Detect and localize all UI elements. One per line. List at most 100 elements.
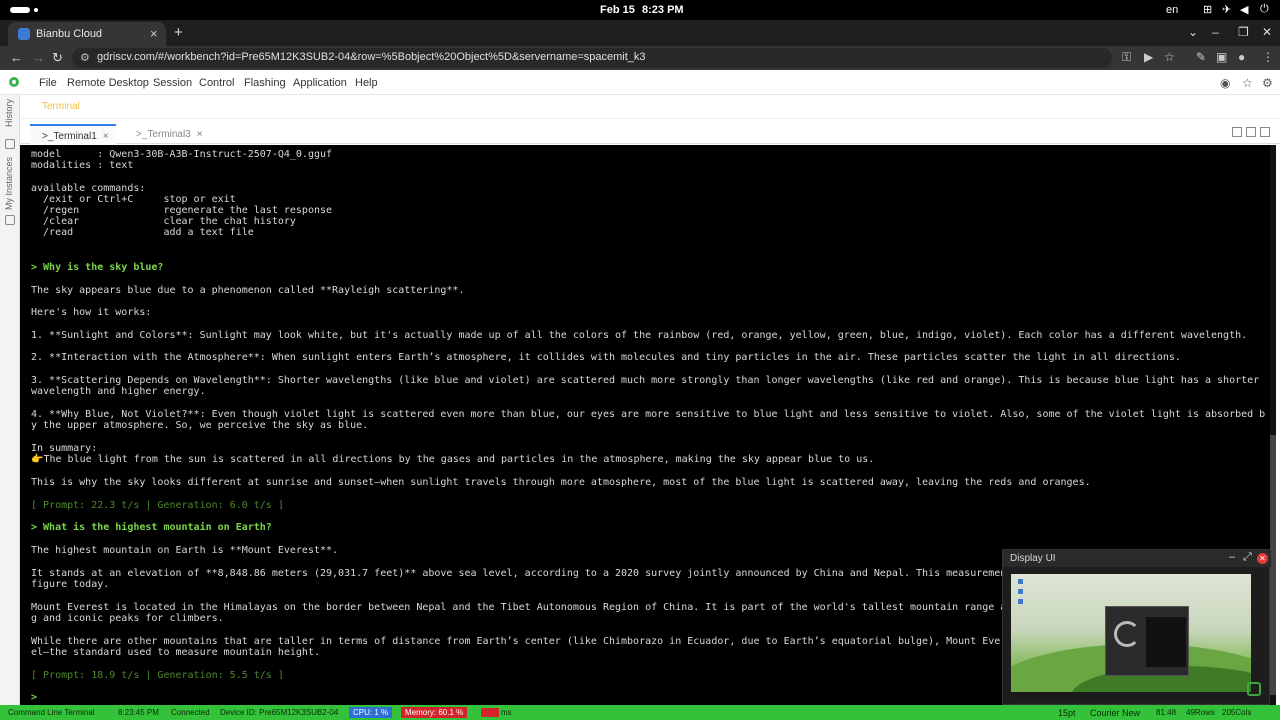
terminal-line: el—the standard used to measure mountain… bbox=[31, 647, 320, 658]
url-field[interactable]: ⚙ gdriscv.com/#/workbench?id=Pre65M12K3S… bbox=[72, 48, 1112, 68]
tab-terminal1[interactable]: >_Terminal1 × bbox=[30, 124, 116, 144]
terminal-line: available commands: bbox=[31, 183, 146, 194]
menu-file[interactable]: File bbox=[39, 77, 57, 89]
terminal-line: The sky appears blue due to a phenomenon… bbox=[31, 285, 465, 296]
airplane-icon[interactable]: ✈ bbox=[1222, 3, 1231, 16]
sidebar-icon[interactable]: ▣ bbox=[1216, 50, 1227, 64]
os-time[interactable]: 8:23 PM bbox=[642, 4, 684, 16]
input-prompt[interactable]: > bbox=[31, 692, 43, 703]
bookmark-star-icon[interactable]: ☆ bbox=[1164, 50, 1175, 64]
site-info-icon[interactable]: ⚙ bbox=[80, 51, 90, 64]
close-window-icon[interactable]: ✕ bbox=[1262, 25, 1272, 39]
terminal-header-title[interactable]: Terminal bbox=[42, 101, 80, 112]
browser-menu-icon[interactable]: ⋮ bbox=[1262, 50, 1274, 64]
profile-icon[interactable]: ● bbox=[1238, 50, 1245, 64]
menu-control[interactable]: Control bbox=[199, 77, 234, 89]
close-tab-icon[interactable]: × bbox=[150, 26, 158, 41]
remote-desktop-preview[interactable] bbox=[1011, 574, 1251, 698]
extension-icon[interactable]: ✎ bbox=[1196, 50, 1206, 64]
desktop-taskbar bbox=[1011, 692, 1251, 698]
my-instances-tab[interactable]: My Instances bbox=[4, 157, 14, 210]
os-top-bar: Feb 15 8:23 PM en ⊞ ✈ ◀ ⏻ bbox=[0, 0, 1280, 20]
generation-stats: [ Prompt: 22.3 t/s | Generation: 6.0 t/s… bbox=[31, 500, 284, 511]
device-id: Device ID: Pre65M12K3SUB2-04 bbox=[220, 708, 339, 717]
minimize-panel-icon[interactable]: – bbox=[1229, 551, 1235, 563]
column-count: 205Cols bbox=[1222, 708, 1252, 717]
menu-help[interactable]: Help bbox=[355, 77, 378, 89]
os-date[interactable]: Feb 15 bbox=[600, 4, 635, 16]
latency-indicator bbox=[481, 708, 499, 717]
terminal-line: 3. **Scattering Depends on Wavelength**:… bbox=[31, 375, 1260, 386]
minimize-icon[interactable]: – bbox=[1212, 25, 1219, 39]
close-terminal1-icon[interactable]: × bbox=[103, 131, 109, 142]
volume-icon[interactable]: ◀ bbox=[1240, 3, 1248, 16]
instances-icon[interactable] bbox=[5, 215, 15, 225]
terminal-line: 2. **Interaction with the Atmosphere**: … bbox=[31, 352, 1181, 363]
connection-status: Connected bbox=[171, 708, 210, 717]
terminal-line: /clear clear the chat history bbox=[31, 216, 296, 227]
terminal-tab-strip: >_Terminal1 × >_Terminal3 × bbox=[20, 124, 1280, 144]
password-key-icon[interactable]: ⚿ bbox=[1122, 50, 1131, 65]
workspace-dot[interactable] bbox=[34, 8, 38, 12]
recycle-icon[interactable] bbox=[1247, 682, 1261, 696]
close-panel-icon[interactable]: ✕ bbox=[1257, 553, 1268, 564]
network-icon[interactable]: ⊞ bbox=[1203, 3, 1212, 16]
terminal-line: This is why the sky looks different at s… bbox=[31, 477, 1091, 488]
history-icon[interactable] bbox=[5, 139, 15, 149]
display-ui-header[interactable]: Display UI – ⤢ ✕ bbox=[1003, 550, 1271, 567]
tab-terminal1-label: >_Terminal1 bbox=[42, 131, 97, 142]
app-menu-bar: File Remote Desktop Session Control Flas… bbox=[0, 70, 1280, 95]
power-icon[interactable]: ⏻ bbox=[1260, 3, 1269, 16]
user-prompt: > Why is the sky blue? bbox=[31, 262, 164, 273]
menu-remote-desktop[interactable]: Remote Desktop bbox=[67, 77, 149, 89]
latency-unit: ms bbox=[501, 708, 512, 717]
maximize-icon[interactable]: ❐ bbox=[1238, 25, 1249, 39]
user-prompt: > What is the highest mountain on Earth? bbox=[31, 522, 272, 533]
tab-search-icon[interactable]: ⌄ bbox=[1188, 25, 1198, 39]
menu-flashing[interactable]: Flashing bbox=[244, 77, 286, 89]
browser-tab-title: Bianbu Cloud bbox=[36, 28, 103, 40]
site-favicon-icon bbox=[18, 28, 30, 40]
back-icon[interactable]: ← bbox=[10, 50, 23, 65]
terminal-line: /regen regenerate the last response bbox=[31, 205, 333, 216]
forward-icon[interactable]: → bbox=[32, 50, 45, 65]
workspace-indicator[interactable] bbox=[10, 7, 30, 13]
user-icon[interactable]: ◉ bbox=[1220, 76, 1230, 90]
menu-session[interactable]: Session bbox=[153, 77, 192, 89]
url-text[interactable]: gdriscv.com/#/workbench?id=Pre65M12K3SUB… bbox=[97, 51, 646, 63]
terminal-line: model : Qwen3-30B-A3B-Instruct-2507-Q4_0… bbox=[31, 149, 333, 160]
terminal-type: Command Line Terminal bbox=[8, 708, 95, 717]
tab-terminal3[interactable]: >_Terminal3 × bbox=[124, 124, 208, 144]
address-bar-row: ← → ↻ ⚙ gdriscv.com/#/workbench?id=Pre65… bbox=[0, 46, 1280, 70]
desktop-dock bbox=[1018, 579, 1024, 619]
font-name[interactable]: Courier New bbox=[1090, 708, 1140, 718]
history-tab[interactable]: History bbox=[4, 99, 14, 127]
tab-terminal3-label: >_Terminal3 bbox=[136, 129, 191, 140]
terminal-line: Here's how it works: bbox=[31, 307, 152, 318]
keyboard-language[interactable]: en bbox=[1166, 4, 1178, 16]
settings-icon[interactable]: ⚙ bbox=[1262, 76, 1273, 90]
browser-tab-strip: Bianbu Cloud × + ⌄ – ❐ ✕ bbox=[0, 20, 1280, 46]
browser-tab[interactable]: Bianbu Cloud × bbox=[8, 22, 166, 46]
reload-icon[interactable]: ↻ bbox=[52, 50, 63, 66]
terminal-menu-icon[interactable] bbox=[1260, 127, 1270, 137]
favorite-icon[interactable]: ☆ bbox=[1242, 76, 1253, 90]
new-tab-icon[interactable]: + bbox=[174, 24, 183, 41]
expand-panel-icon[interactable]: ⤢ bbox=[1243, 551, 1252, 564]
menu-application[interactable]: Application bbox=[293, 77, 347, 89]
cast-icon[interactable]: ▶ bbox=[1144, 50, 1153, 64]
terminal-line: Mount Everest is located in the Himalaya… bbox=[31, 602, 1007, 613]
terminal-line: 👉The blue light from the sun is scattere… bbox=[31, 454, 875, 465]
split-vertical-icon[interactable] bbox=[1246, 127, 1256, 137]
terminal-line: It stands at an elevation of **8,848.86 … bbox=[31, 568, 1007, 579]
terminal-line: 4. **Why Blue, Not Violet?**: Even thoug… bbox=[31, 409, 1266, 420]
terminal-scrollbar[interactable] bbox=[1270, 145, 1276, 705]
split-icon[interactable] bbox=[1232, 127, 1242, 137]
debian-logo-icon bbox=[1114, 621, 1140, 647]
font-size[interactable]: 15pt bbox=[1058, 708, 1076, 718]
display-ui-panel[interactable]: Display UI – ⤢ ✕ bbox=[1002, 549, 1271, 705]
terminal-line: 1. **Sunlight and Colors**: Sunlight may… bbox=[31, 330, 1248, 341]
close-terminal3-icon[interactable]: × bbox=[197, 129, 203, 140]
status-bar: Command Line Terminal 8:23:45 PM Connect… bbox=[0, 705, 1280, 720]
terminal-line: The highest mountain on Earth is **Mount… bbox=[31, 545, 339, 556]
